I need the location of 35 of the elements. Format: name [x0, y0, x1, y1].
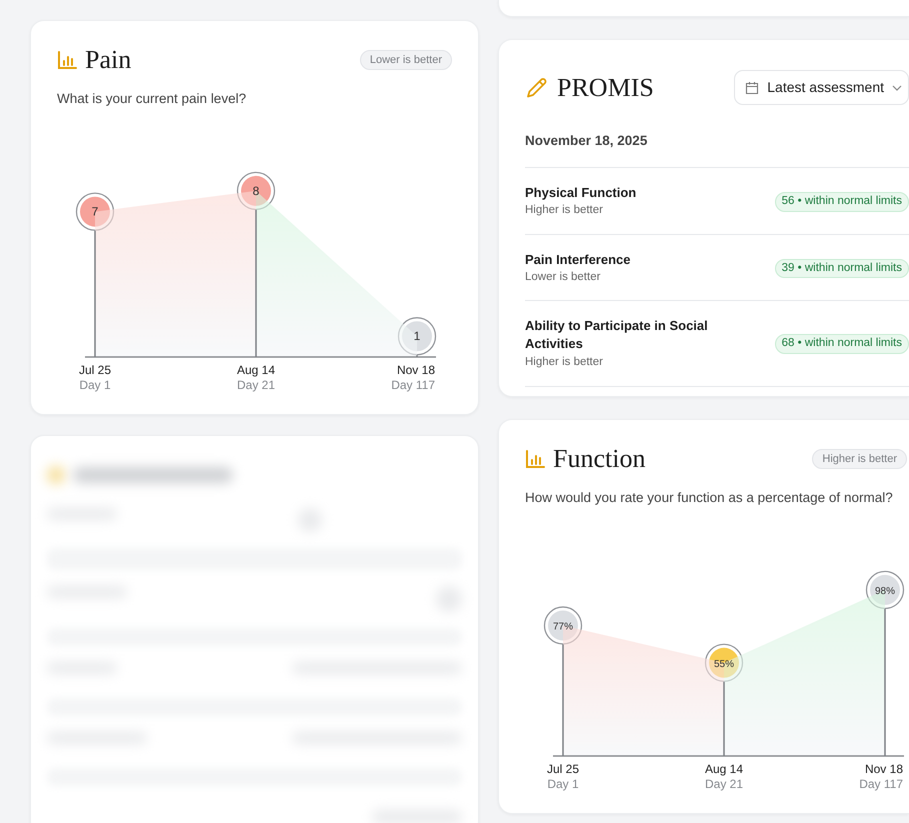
score-badge: 39 • within normal limits [774, 258, 909, 278]
day-label: Day 117 [391, 378, 435, 392]
question-text: How would you rate your function as a percentage of normal? [525, 489, 894, 507]
hint-badge: Higher is better [812, 448, 907, 470]
value-label: 1 [414, 330, 420, 344]
date-label: Aug 14 [704, 762, 744, 776]
measure-note: Higher is better [525, 354, 604, 370]
assessment-date: November 18, 2025 [525, 132, 648, 150]
score-badge: 68 • within normal limits [774, 334, 909, 354]
pain-title: Pain [85, 47, 132, 73]
day-label: Day 1 [547, 777, 579, 792]
value-label: 7 [92, 204, 98, 219]
value-label: 8 [252, 184, 260, 198]
date-label: Aug 14 [236, 363, 276, 378]
value-label: 98% [875, 586, 895, 598]
measure-note: Lower is better [525, 270, 602, 285]
date-label: Nov 18 [864, 762, 903, 776]
value-label: 55% [714, 659, 734, 670]
measure-name: Pain Interference [525, 250, 630, 269]
function-title: Function [553, 446, 646, 472]
day-label: Day 1 [79, 378, 111, 392]
score-badge: 56 • within normal limits [774, 192, 909, 212]
value-label: 77% [553, 622, 573, 633]
measure-name: Physical Function [525, 184, 636, 202]
date-label: Jul 25 [78, 363, 112, 378]
day-label: Day 21 [704, 777, 744, 792]
question-text: What is your current pain level? [57, 90, 248, 108]
measure-note: Higher is better [525, 203, 604, 218]
measure-name: Ability to Participate in Social Activities [525, 317, 709, 354]
date-label: Nov 18 [396, 363, 435, 378]
date-label: Jul 25 [546, 762, 580, 776]
day-label: Day 117 [859, 777, 903, 792]
day-label: Day 21 [236, 378, 276, 392]
hint-badge: Lower is better [360, 50, 452, 70]
promis-title: PROMIS [557, 74, 654, 100]
